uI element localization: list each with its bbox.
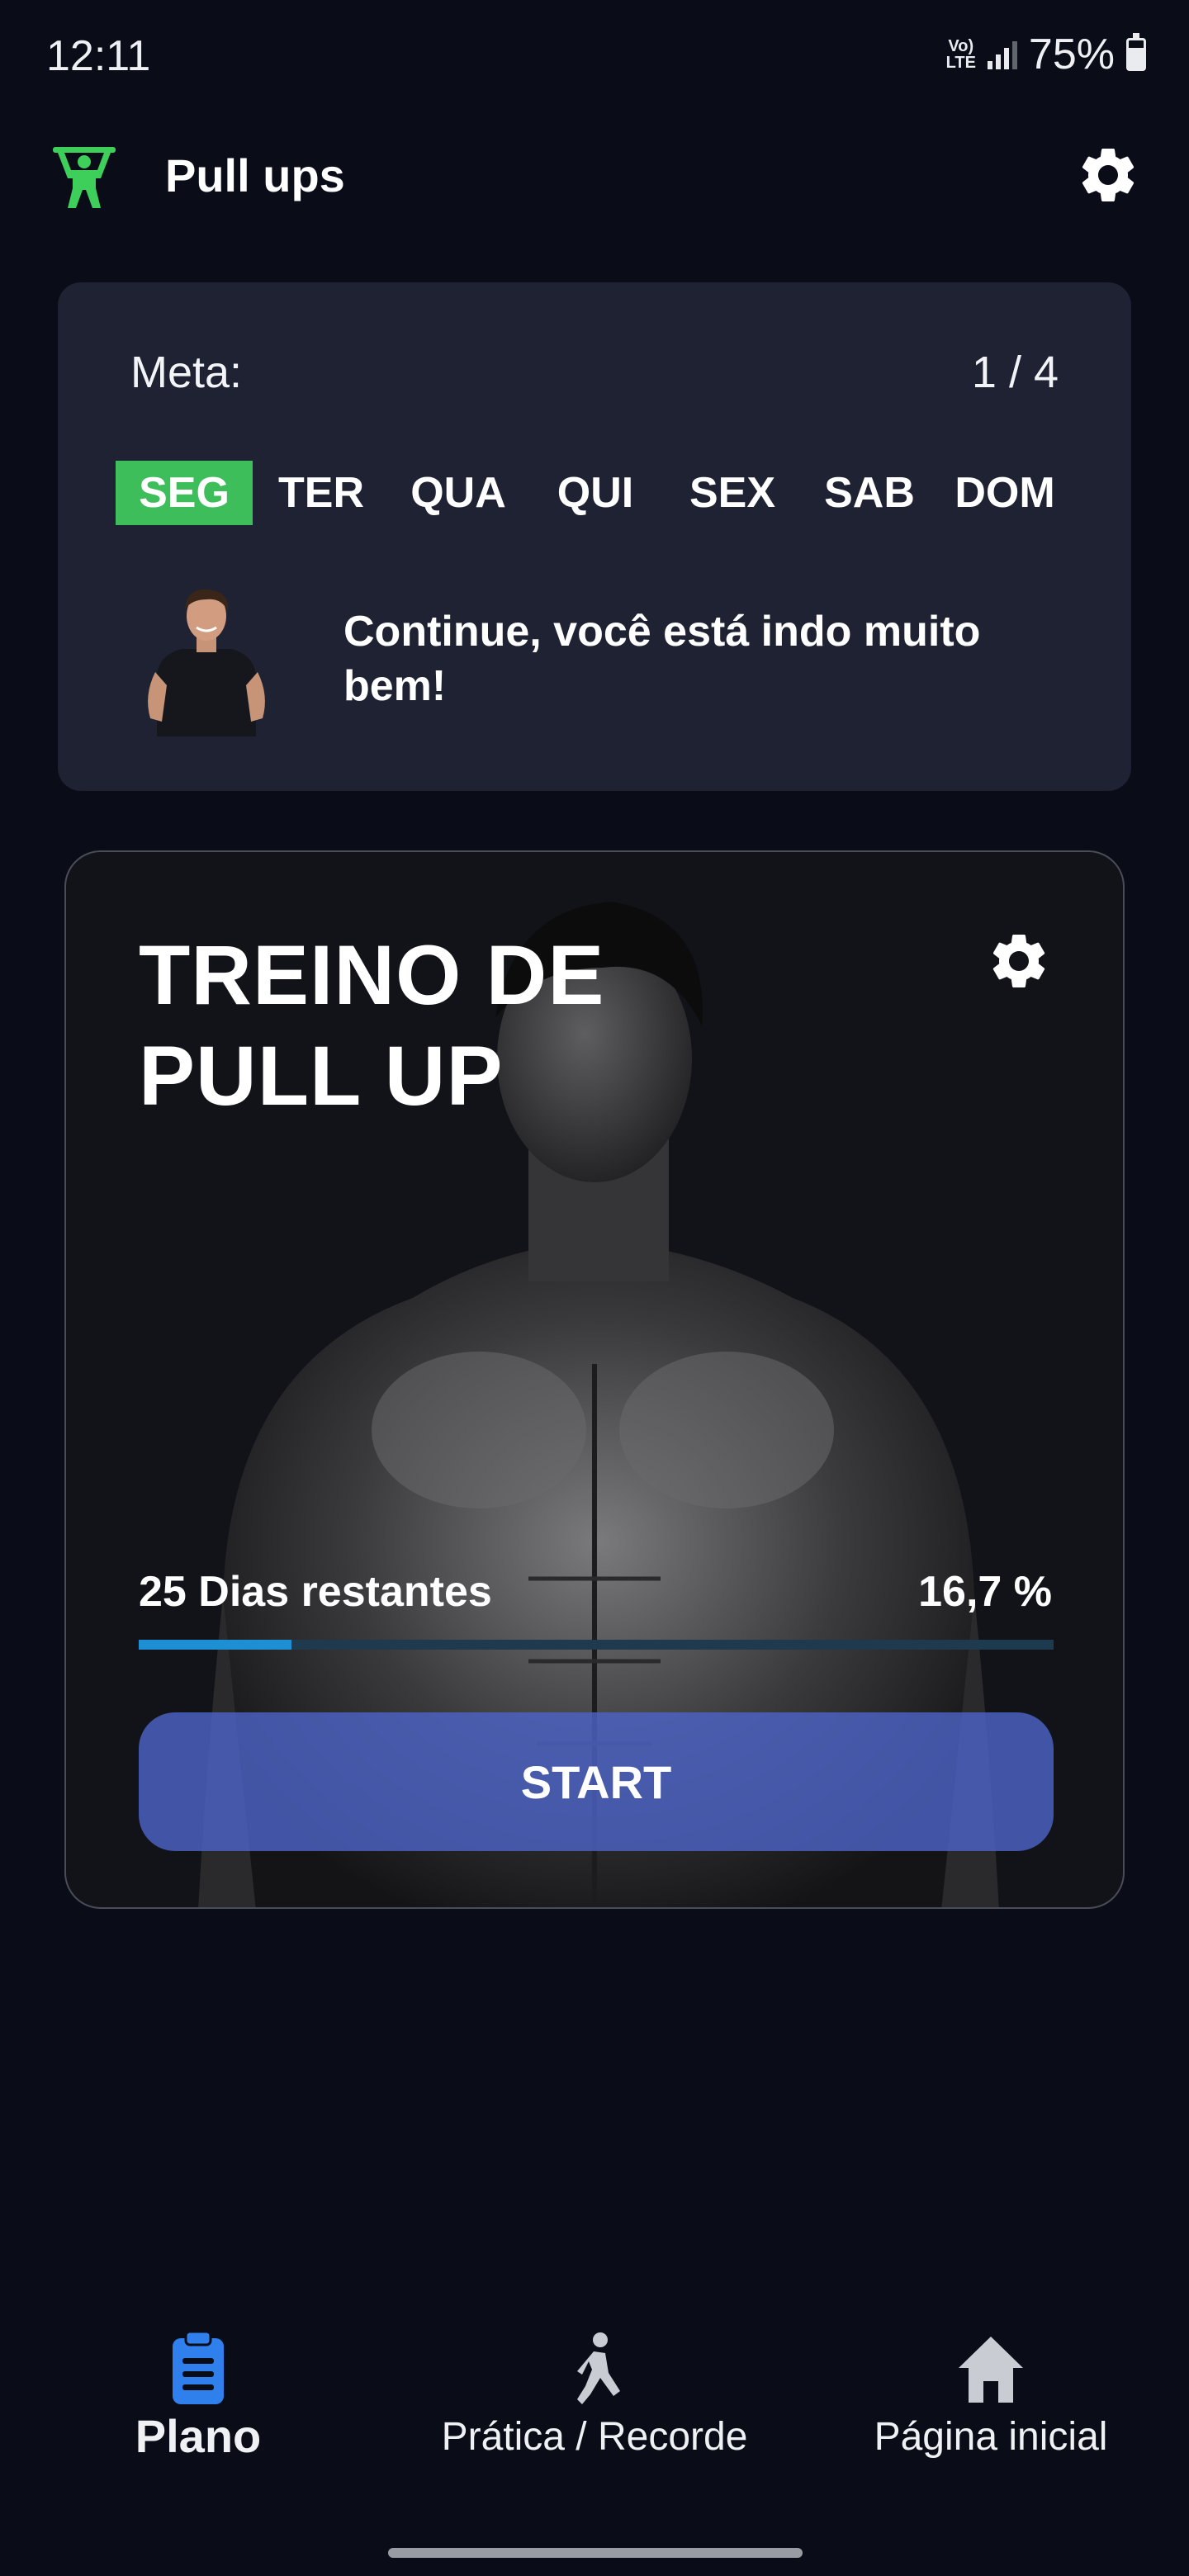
workout-gear-icon[interactable] — [986, 928, 1052, 994]
battery-icon — [1126, 33, 1146, 71]
app-bar: Pull ups — [0, 132, 1189, 223]
battery-percent: 75% — [1028, 31, 1115, 78]
day-seg[interactable]: SEG — [116, 461, 253, 525]
status-bar: 12:11 Vo) LTE 75% — [0, 0, 1189, 116]
day-sex[interactable]: SEX — [664, 461, 801, 525]
status-time: 12:11 — [46, 32, 151, 80]
weekly-goal-card: Meta: 1 / 4 SEG TER QUA QUI SEX SAB DOM … — [58, 282, 1131, 791]
clipboard-icon — [173, 2330, 224, 2404]
status-indicators: Vo) LTE 75% — [946, 30, 1146, 79]
day-qua[interactable]: QUA — [390, 461, 527, 525]
running-figure-icon — [577, 2332, 620, 2404]
goal-count: 1 / 4 — [971, 348, 1059, 397]
workout-title: TREINO DE PULL UP — [139, 928, 605, 1123]
day-qui[interactable]: QUI — [527, 461, 664, 525]
pullup-figure-icon — [53, 147, 116, 208]
weekday-row: SEG TER QUA QUI SEX SAB DOM — [116, 461, 1073, 525]
progress-percent: 16,7 % — [918, 1568, 1052, 1616]
signal-icon — [987, 40, 1017, 69]
progress-bar — [139, 1640, 1054, 1650]
days-remaining: 25 Dias restantes — [139, 1568, 492, 1616]
bottom-navigation: Plano Prática / Recorde Página inicial — [0, 2328, 1189, 2493]
goal-label: Meta: — [130, 348, 243, 397]
home-icon — [959, 2337, 1023, 2403]
nav-label-inicio: Página inicial — [874, 2415, 1108, 2459]
day-sab[interactable]: SAB — [801, 461, 938, 525]
motivation-text: Continue, você está indo muito bem! — [343, 608, 981, 710]
home-indicator[interactable] — [388, 2548, 803, 2558]
gear-icon[interactable] — [1075, 142, 1141, 208]
day-dom[interactable]: DOM — [936, 461, 1073, 525]
coach-avatar — [148, 589, 265, 736]
nav-item-inicio[interactable]: Página inicial — [859, 2328, 1123, 2460]
nav-label-plano: Plano — [135, 2410, 262, 2462]
progress-bar-fill — [139, 1640, 292, 1650]
start-button[interactable]: START — [139, 1712, 1054, 1851]
nav-label-pratica: Prática / Recorde — [441, 2415, 748, 2459]
volte-icon: Vo) LTE — [945, 37, 976, 72]
day-ter[interactable]: TER — [253, 461, 390, 525]
workout-plan-card[interactable]: TREINO DE PULL UP 25 Dias restantes 16,7… — [64, 850, 1125, 1909]
nav-item-plano[interactable]: Plano — [132, 2328, 264, 2463]
nav-item-pratica[interactable]: Prática / Recorde — [429, 2328, 760, 2460]
app-title: Pull ups — [165, 149, 345, 201]
